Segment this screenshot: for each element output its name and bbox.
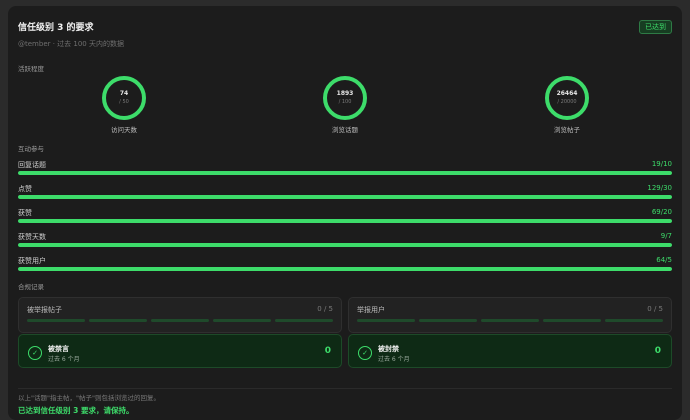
segment xyxy=(543,319,601,322)
status-value: 0 xyxy=(324,346,331,356)
progress-track xyxy=(18,267,672,271)
progress-label: 点赞 xyxy=(18,185,32,193)
ring-value: 1893 xyxy=(336,90,354,97)
footer-result: 已达到信任级别 3 要求，请保持。 xyxy=(18,406,134,415)
progress-label: 回复话题 xyxy=(18,161,46,169)
progress-track xyxy=(18,219,672,223)
progress-value: 9/7 xyxy=(660,232,672,240)
segment xyxy=(275,319,333,322)
page-title: 信任级别 3 的要求 xyxy=(18,23,94,33)
status-subtitle: 过去 6 个月 xyxy=(48,356,80,363)
segment-bar xyxy=(357,319,663,322)
progress-value: 19/10 xyxy=(651,160,672,168)
progress-fill xyxy=(18,171,672,175)
progress-fill xyxy=(18,219,672,223)
check-icon: ✓ xyxy=(28,346,42,360)
footer-note: 以上"话题"指主帖，"帖子"则包括浏览过的回复。 xyxy=(18,394,160,402)
divider xyxy=(18,388,672,389)
status-title: 被封禁 xyxy=(378,345,399,353)
progress-label: 获赞天数 xyxy=(18,233,46,241)
progress-value: 129/30 xyxy=(647,184,672,192)
progress-row-replies: 回复话题 19/10 xyxy=(18,160,672,178)
ring-max: / 100 xyxy=(338,99,352,105)
progress-value: 69/20 xyxy=(651,208,672,216)
ring-value: 26464 xyxy=(556,90,578,97)
segment xyxy=(151,319,209,322)
progress-fill xyxy=(18,267,672,271)
trust-level-panel: 信任级别 3 的要求 已达到 @tember · 过去 100 天内的数据 活跃… xyxy=(8,6,682,420)
silenced-status-box: ✓ 被禁言 过去 6 个月 0 xyxy=(18,334,342,368)
ring-label: 浏览帖子 xyxy=(554,126,580,134)
ring-topics-viewed: 1893 / 100 浏览话题 xyxy=(305,76,385,134)
ring-label: 浏览话题 xyxy=(332,126,358,134)
suspended-status-box: ✓ 被封禁 过去 6 个月 0 xyxy=(348,334,672,368)
progress-ring: 26464 / 20000 xyxy=(545,76,589,120)
progress-row-liked-users: 获赞用户 64/5 xyxy=(18,256,672,274)
ring-visit-days: 74 / 50 访问天数 xyxy=(84,76,164,134)
ring-posts-viewed: 26464 / 20000 浏览帖子 xyxy=(527,76,607,134)
progress-fill xyxy=(18,195,672,199)
segment xyxy=(213,319,271,322)
segment xyxy=(357,319,415,322)
segment xyxy=(605,319,663,322)
progress-track xyxy=(18,243,672,247)
progress-ring: 1893 / 100 xyxy=(323,76,367,120)
status-badge: 已达到 xyxy=(639,20,672,34)
progress-track xyxy=(18,195,672,199)
status-subtitle: 过去 6 个月 xyxy=(378,356,410,363)
segment xyxy=(481,319,539,322)
progress-row-likes-received: 获赞 69/20 xyxy=(18,208,672,226)
subtitle: @tember · 过去 100 天内的数据 xyxy=(18,40,124,48)
box-label: 被举报帖子 xyxy=(27,306,62,314)
box-count: 0 / 5 xyxy=(647,305,663,313)
segment-bar xyxy=(27,319,333,322)
status-value: 0 xyxy=(654,346,661,356)
progress-value: 64/5 xyxy=(656,256,672,264)
progress-row-likes-given: 点赞 129/30 xyxy=(18,184,672,202)
box-count: 0 / 5 xyxy=(317,305,333,313)
progress-label: 获赞 xyxy=(18,209,32,217)
flagged-users-box: 举报用户 0 / 5 xyxy=(348,297,672,333)
ring-max: / 50 xyxy=(119,99,129,105)
flagged-posts-box: 被举报帖子 0 / 5 xyxy=(18,297,342,333)
progress-fill xyxy=(18,243,672,247)
ring-max: / 20000 xyxy=(557,99,577,105)
progress-row-liked-days: 获赞天数 9/7 xyxy=(18,232,672,250)
progress-track xyxy=(18,171,672,175)
progress-label: 获赞用户 xyxy=(18,257,46,265)
activity-section-label: 活跃程度 xyxy=(18,65,44,73)
compliance-section-label: 合规记录 xyxy=(18,283,44,291)
box-label: 举报用户 xyxy=(357,306,385,314)
segment xyxy=(27,319,85,322)
interaction-section-label: 互动参与 xyxy=(18,145,44,153)
ring-value: 74 xyxy=(119,90,129,97)
ring-label: 访问天数 xyxy=(111,126,137,134)
check-icon: ✓ xyxy=(358,346,372,360)
status-title: 被禁言 xyxy=(48,345,69,353)
progress-ring: 74 / 50 xyxy=(102,76,146,120)
segment xyxy=(419,319,477,322)
segment xyxy=(89,319,147,322)
